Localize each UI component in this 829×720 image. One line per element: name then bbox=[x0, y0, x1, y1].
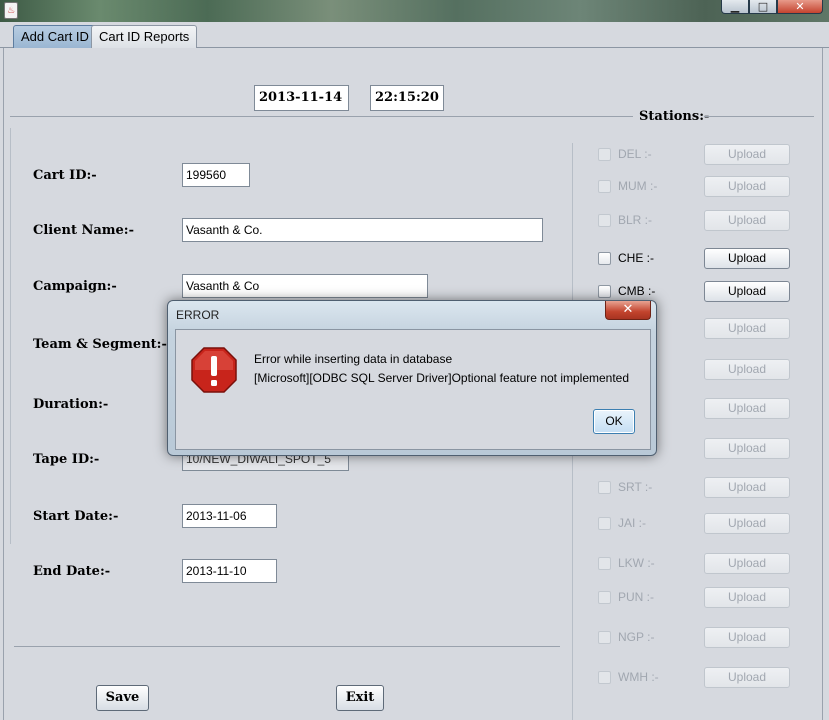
station-checkbox-ngp[interactable] bbox=[598, 631, 611, 644]
tape-id-label: Tape ID:- bbox=[33, 452, 100, 467]
dialog-close-button[interactable]: ✕ bbox=[605, 301, 651, 320]
station-label-ngp: NGP :- bbox=[618, 630, 655, 644]
upload-button-che[interactable]: Upload bbox=[704, 248, 790, 269]
header-separator-left bbox=[10, 116, 633, 117]
upload-button-pun[interactable]: Upload bbox=[704, 587, 790, 608]
dialog-body: Error while inserting data in database [… bbox=[175, 329, 651, 450]
end-date-label: End Date:- bbox=[33, 564, 111, 579]
form-border-left bbox=[10, 128, 11, 544]
station-checkbox-blr[interactable] bbox=[598, 214, 611, 227]
station-checkbox-mum[interactable] bbox=[598, 180, 611, 193]
upload-button-jai[interactable]: Upload bbox=[704, 513, 790, 534]
window-controls: ▁ □ ✕ bbox=[721, 0, 823, 14]
tab-cart-id-reports[interactable]: Cart ID Reports bbox=[91, 25, 198, 48]
upload-button-del[interactable]: Upload bbox=[704, 144, 790, 165]
station-row-wmh: WMH :- Upload bbox=[598, 667, 793, 689]
station-checkbox-wmh[interactable] bbox=[598, 671, 611, 684]
station-checkbox-del[interactable] bbox=[598, 148, 611, 161]
upload-button-blr[interactable]: Upload bbox=[704, 210, 790, 231]
station-row-del: DEL :- Upload bbox=[598, 144, 793, 166]
station-checkbox-pun[interactable] bbox=[598, 591, 611, 604]
cart-id-label: Cart ID:- bbox=[33, 168, 97, 183]
station-row-jai: JAI :- Upload bbox=[598, 513, 793, 535]
ok-button[interactable]: OK bbox=[593, 409, 635, 434]
station-label-che: CHE :- bbox=[618, 251, 654, 265]
station-checkbox-cmb[interactable] bbox=[598, 285, 611, 298]
station-checkbox-che[interactable] bbox=[598, 252, 611, 265]
dialog-title: ERROR bbox=[176, 308, 220, 322]
upload-button-hidden-2[interactable]: Upload bbox=[704, 359, 790, 380]
cart-id-field[interactable]: 199560 bbox=[182, 163, 250, 187]
upload-button-srt[interactable]: Upload bbox=[704, 477, 790, 498]
form-bottom-separator bbox=[14, 646, 560, 647]
start-date-label: Start Date:- bbox=[33, 509, 119, 524]
upload-button-hidden-1[interactable]: Upload bbox=[704, 318, 790, 339]
station-label-blr: BLR :- bbox=[618, 213, 653, 227]
station-label-mum: MUM :- bbox=[618, 179, 658, 193]
station-checkbox-srt[interactable] bbox=[598, 481, 611, 494]
error-message-line1: Error while inserting data in database bbox=[254, 352, 453, 366]
campaign-field[interactable]: Vasanth & Co bbox=[182, 274, 428, 298]
upload-button-lkw[interactable]: Upload bbox=[704, 553, 790, 574]
error-dialog: ERROR ✕ Error while inserting data in da… bbox=[167, 300, 657, 456]
station-row-blr: BLR :- Upload bbox=[598, 210, 793, 232]
station-label-srt: SRT :- bbox=[618, 480, 653, 494]
window-titlebar: ♨ ▁ □ ✕ bbox=[0, 0, 829, 22]
upload-button-hidden-4[interactable]: Upload bbox=[704, 438, 790, 459]
tab-strip: Add Cart ID Cart ID Reports bbox=[0, 22, 829, 48]
station-label-jai: JAI :- bbox=[618, 516, 647, 530]
error-message-line2: [Microsoft][ODBC SQL Server Driver]Optio… bbox=[254, 371, 630, 385]
campaign-label: Campaign:- bbox=[33, 279, 117, 294]
station-row-ngp: NGP :- Upload bbox=[598, 627, 793, 649]
client-name-field[interactable]: Vasanth & Co. bbox=[182, 218, 543, 242]
date-display: 2013-11-14 bbox=[254, 85, 349, 111]
close-button[interactable]: ✕ bbox=[777, 0, 823, 14]
station-checkbox-jai[interactable] bbox=[598, 517, 611, 530]
upload-button-wmh[interactable]: Upload bbox=[704, 667, 790, 688]
header-separator-right bbox=[704, 116, 814, 117]
station-label-wmh: WMH :- bbox=[618, 670, 659, 684]
stations-title: Stations:- bbox=[639, 109, 710, 124]
end-date-field[interactable]: 2013-11-10 bbox=[182, 559, 277, 583]
station-label-cmb: CMB :- bbox=[618, 284, 656, 298]
time-display: 22:15:20 bbox=[370, 85, 444, 111]
client-name-label: Client Name:- bbox=[33, 223, 135, 238]
upload-button-mum[interactable]: Upload bbox=[704, 176, 790, 197]
station-row-lkw: LKW :- Upload bbox=[598, 553, 793, 575]
upload-button-ngp[interactable]: Upload bbox=[704, 627, 790, 648]
station-label-del: DEL :- bbox=[618, 147, 652, 161]
upload-button-hidden-3[interactable]: Upload bbox=[704, 398, 790, 419]
team-segment-label: Team & Segment:- bbox=[33, 337, 167, 352]
station-row-srt: SRT :- Upload bbox=[598, 477, 793, 499]
station-row-che: CHE :- Upload bbox=[598, 248, 793, 270]
save-button[interactable]: Save bbox=[96, 685, 149, 711]
exit-button[interactable]: Exit bbox=[336, 685, 384, 711]
station-row-mum: MUM :- Upload bbox=[598, 176, 793, 198]
station-label-lkw: LKW :- bbox=[618, 556, 655, 570]
minimize-button[interactable]: ▁ bbox=[721, 0, 749, 14]
start-date-field[interactable]: 2013-11-06 bbox=[182, 504, 277, 528]
maximize-button[interactable]: □ bbox=[749, 0, 777, 14]
error-icon bbox=[191, 347, 237, 393]
duration-label: Duration:- bbox=[33, 397, 109, 412]
upload-button-cmb[interactable]: Upload bbox=[704, 281, 790, 302]
java-icon: ♨ bbox=[4, 2, 18, 19]
tab-add-cart-id[interactable]: Add Cart ID bbox=[13, 25, 97, 48]
station-checkbox-lkw[interactable] bbox=[598, 557, 611, 570]
station-row-pun: PUN :- Upload bbox=[598, 587, 793, 609]
station-label-pun: PUN :- bbox=[618, 590, 654, 604]
